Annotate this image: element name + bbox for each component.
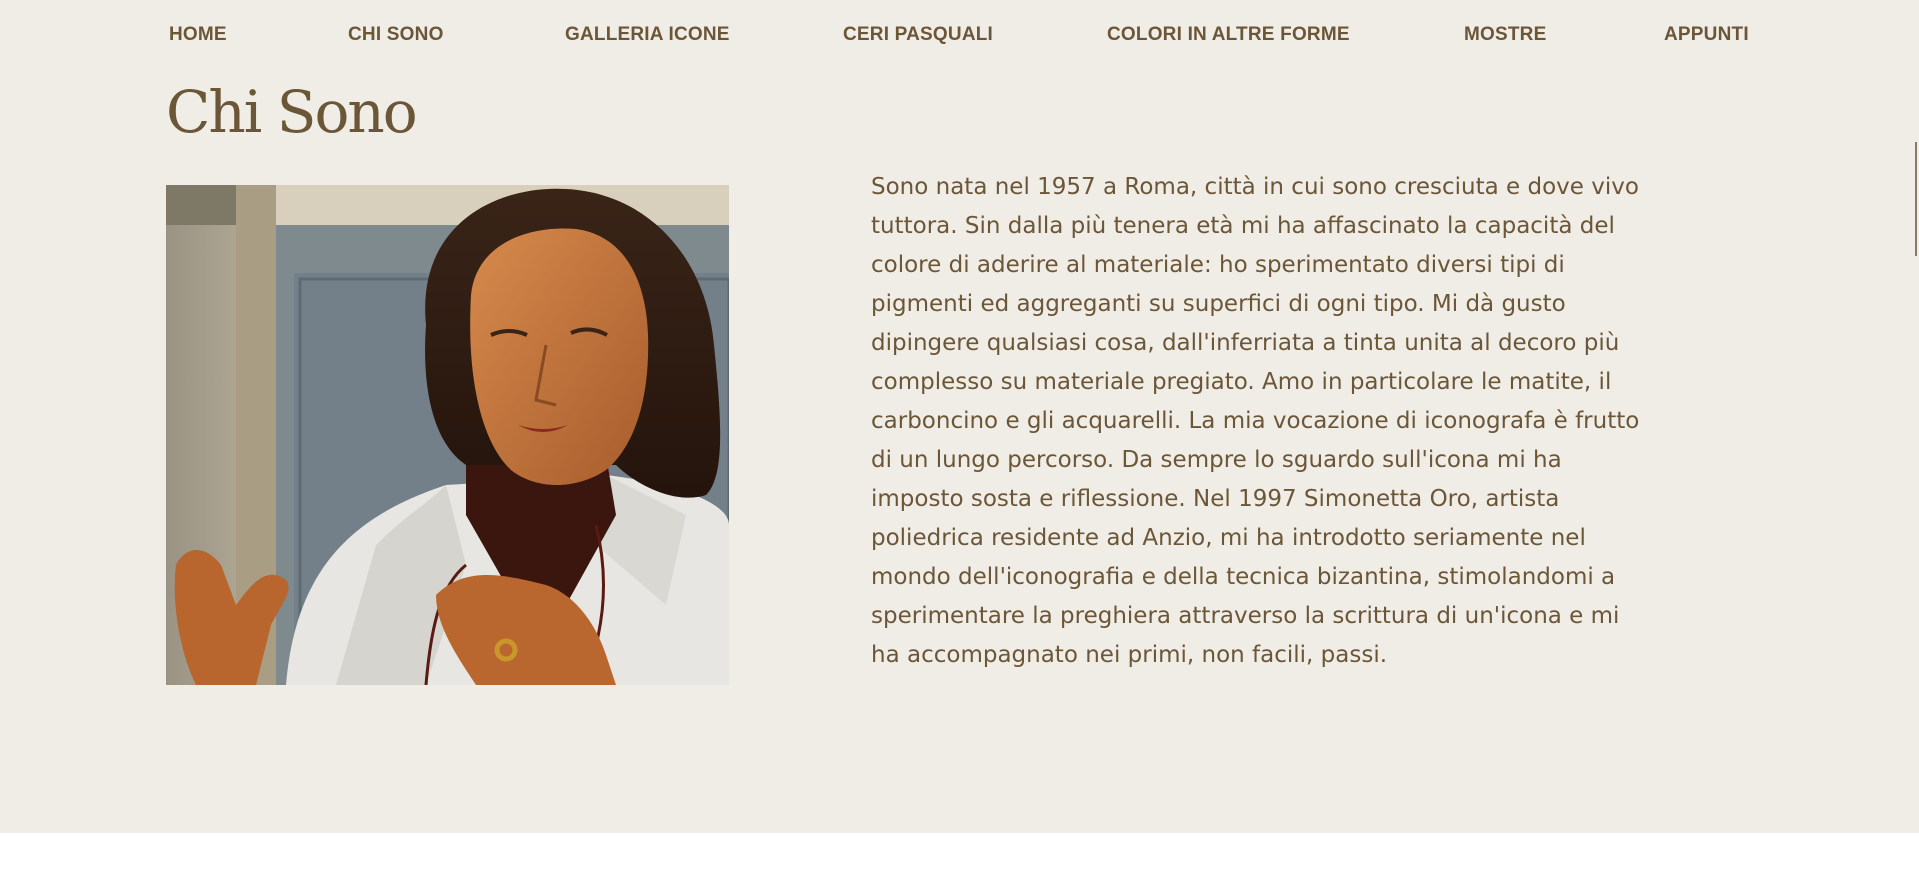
nav-item-chi-sono[interactable]: CHI SONO xyxy=(348,24,444,46)
nav-item-appunti[interactable]: APPUNTI xyxy=(1664,24,1749,46)
scrollbar[interactable] xyxy=(1915,142,1917,256)
main-navigation: HOME CHI SONO GALLERIA ICONE CERI PASQUA… xyxy=(0,24,1919,54)
portrait-photo xyxy=(166,185,729,685)
nav-item-colori-in-altre-forme[interactable]: COLORI IN ALTRE FORME xyxy=(1107,24,1350,46)
page-background: HOME CHI SONO GALLERIA ICONE CERI PASQUA… xyxy=(0,0,1919,833)
page-title: Chi Sono xyxy=(166,78,418,146)
nav-item-home[interactable]: HOME xyxy=(169,24,227,46)
nav-item-ceri-pasquali[interactable]: CERI PASQUALI xyxy=(843,24,993,46)
nav-item-mostre[interactable]: MOSTRE xyxy=(1464,24,1546,46)
biography-text: Sono nata nel 1957 a Roma, città in cui … xyxy=(871,174,1640,668)
nav-item-galleria-icone[interactable]: GALLERIA ICONE xyxy=(565,24,730,46)
